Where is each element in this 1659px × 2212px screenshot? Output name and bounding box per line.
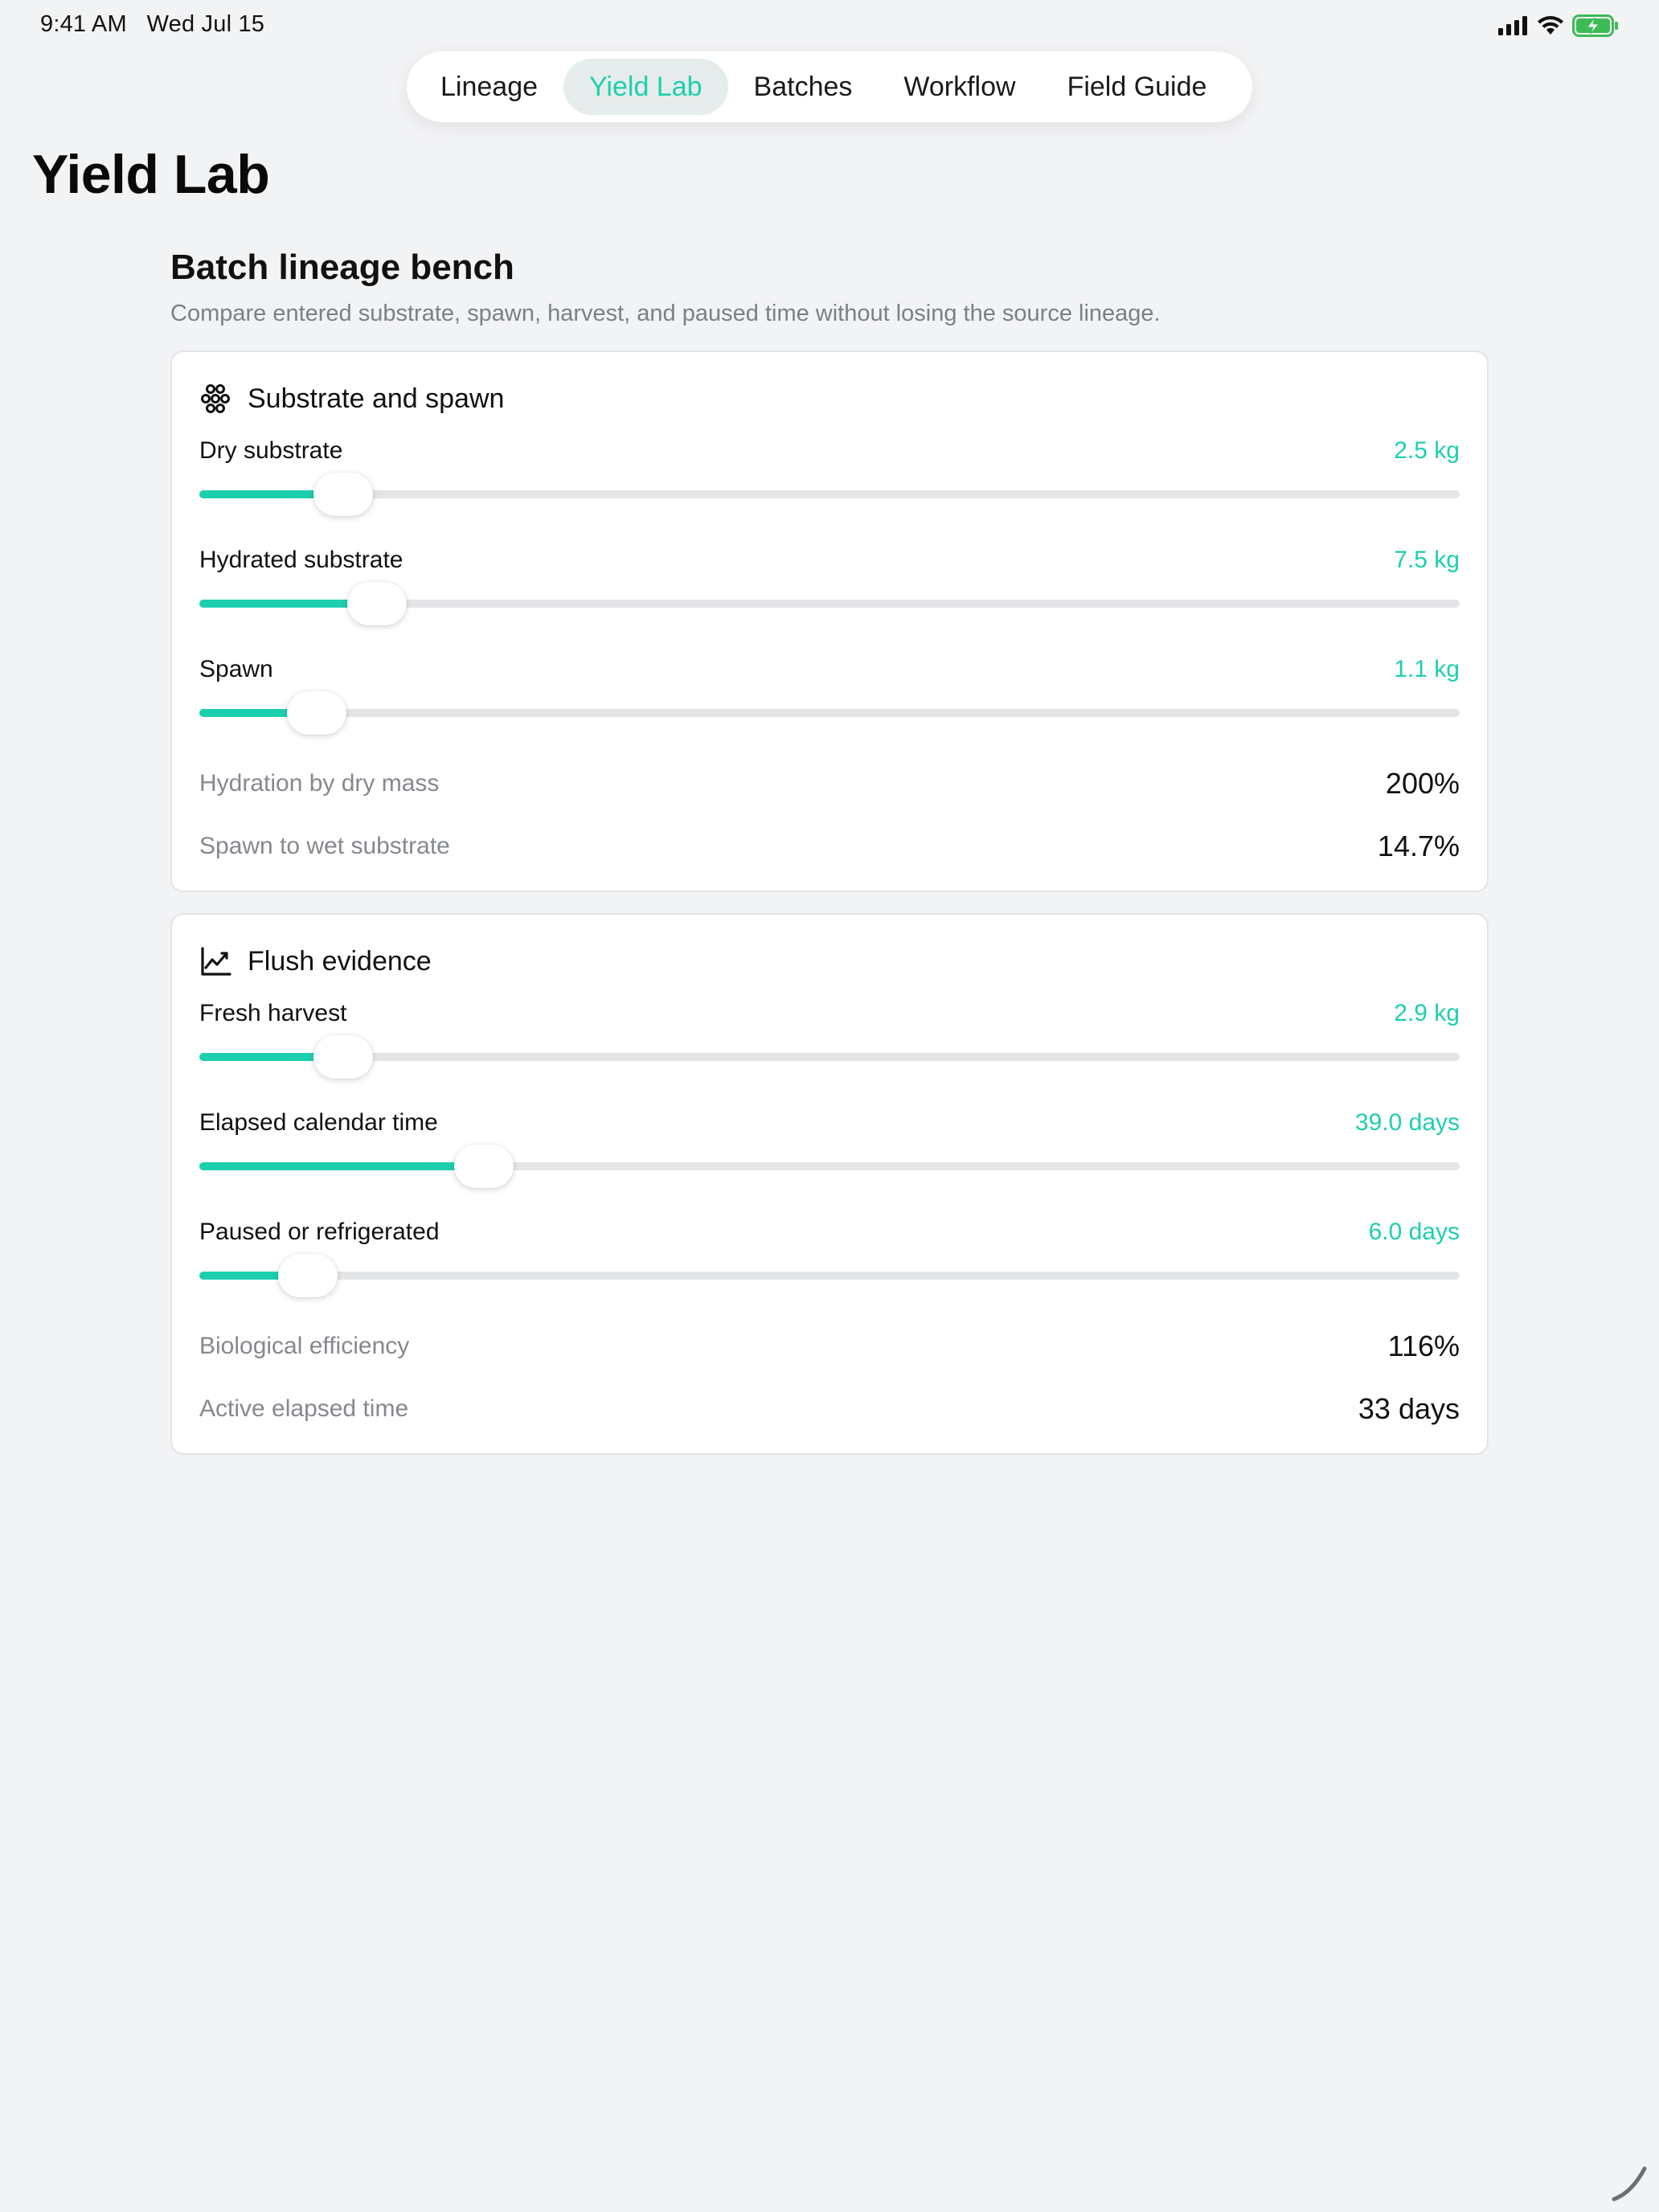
tab-batches[interactable]: Batches bbox=[728, 59, 879, 115]
flush-card-title: Flush evidence bbox=[248, 945, 432, 977]
tab-workflow[interactable]: Workflow bbox=[878, 59, 1041, 115]
slider-thumb[interactable] bbox=[454, 1145, 514, 1188]
section-subtitle: Compare entered substrate, spawn, harves… bbox=[170, 301, 1161, 326]
dry-substrate-slider[interactable] bbox=[199, 473, 1460, 516]
paused-time-slider[interactable] bbox=[199, 1254, 1460, 1297]
slider-fill bbox=[199, 1162, 485, 1170]
top-tab-bar: Lineage Yield Lab Batches Workflow Field… bbox=[407, 51, 1252, 122]
paused-time-slider-row: Paused or refrigerated 6.0 days bbox=[199, 1219, 1460, 1307]
slider-thumb[interactable] bbox=[347, 582, 408, 625]
tab-field-guide[interactable]: Field Guide bbox=[1042, 59, 1233, 115]
active-elapsed-metric-row: Active elapsed time 33 days bbox=[199, 1392, 1460, 1428]
metric-label: Spawn to wet substrate bbox=[199, 833, 450, 859]
spawn-slider-row: Spawn 1.1 kg bbox=[199, 656, 1460, 744]
elapsed-time-slider[interactable] bbox=[199, 1145, 1460, 1188]
substrate-card: Substrate and spawn Dry substrate 2.5 kg… bbox=[170, 350, 1489, 892]
slider-label: Elapsed calendar time bbox=[199, 1109, 438, 1136]
substrate-card-title: Substrate and spawn bbox=[248, 383, 505, 414]
status-icons bbox=[1498, 13, 1619, 39]
slider-value: 7.5 kg bbox=[1394, 547, 1460, 573]
spawn-slider[interactable] bbox=[199, 691, 1460, 735]
tab-yield-lab[interactable]: Yield Lab bbox=[563, 59, 728, 115]
slider-label: Dry substrate bbox=[199, 437, 343, 464]
section-title: Batch lineage bench bbox=[170, 248, 514, 287]
metric-value: 33 days bbox=[1358, 1392, 1460, 1425]
metric-value: 14.7% bbox=[1377, 830, 1460, 862]
flush-card: Flush evidence Fresh harvest 2.9 kg Elap… bbox=[170, 913, 1489, 1455]
page-title: Yield Lab bbox=[32, 144, 270, 205]
spore-cluster-icon bbox=[201, 384, 230, 413]
metric-label: Biological efficiency bbox=[199, 1333, 410, 1359]
signal-icon bbox=[1498, 16, 1527, 35]
slider-thumb[interactable] bbox=[277, 1254, 338, 1297]
chart-line-icon bbox=[201, 947, 231, 976]
tab-lineage[interactable]: Lineage bbox=[415, 59, 563, 115]
slider-thumb[interactable] bbox=[313, 473, 373, 516]
elapsed-time-slider-row: Elapsed calendar time 39.0 days bbox=[199, 1109, 1460, 1198]
hydrated-substrate-slider[interactable] bbox=[199, 582, 1460, 625]
slider-label: Paused or refrigerated bbox=[199, 1219, 440, 1245]
battery-charging-icon bbox=[1572, 14, 1618, 37]
status-bar: 9:41 AM Wed Jul 15 bbox=[0, 0, 1659, 51]
pencil-hover-indicator bbox=[1612, 2166, 1647, 2202]
spawn-ratio-metric-row: Spawn to wet substrate 14.7% bbox=[199, 830, 1460, 865]
slider-label: Spawn bbox=[199, 656, 273, 682]
flush-card-header: Flush evidence bbox=[199, 942, 432, 981]
slider-value: 6.0 days bbox=[1368, 1219, 1460, 1245]
fresh-harvest-slider-row: Fresh harvest 2.9 kg bbox=[199, 1000, 1460, 1088]
biological-efficiency-metric-row: Biological efficiency 116% bbox=[199, 1329, 1460, 1365]
status-date: Wed Jul 15 bbox=[146, 11, 265, 37]
metric-label: Hydration by dry mass bbox=[199, 770, 440, 797]
slider-value: 1.1 kg bbox=[1394, 656, 1460, 682]
wifi-icon bbox=[1538, 16, 1563, 35]
status-time: 9:41 AM Wed Jul 15 bbox=[40, 11, 264, 38]
slider-thumb[interactable] bbox=[313, 1035, 373, 1079]
fresh-harvest-slider[interactable] bbox=[199, 1035, 1460, 1079]
slider-label: Fresh harvest bbox=[199, 1000, 347, 1026]
hydrated-substrate-slider-row: Hydrated substrate 7.5 kg bbox=[199, 547, 1460, 635]
metric-label: Active elapsed time bbox=[199, 1395, 409, 1422]
metric-value: 200% bbox=[1385, 767, 1460, 800]
substrate-card-header: Substrate and spawn bbox=[199, 379, 504, 418]
slider-thumb[interactable] bbox=[286, 691, 346, 735]
slider-label: Hydrated substrate bbox=[199, 547, 403, 573]
slider-value: 39.0 days bbox=[1354, 1109, 1460, 1136]
hydration-metric-row: Hydration by dry mass 200% bbox=[199, 767, 1460, 802]
slider-value: 2.5 kg bbox=[1394, 437, 1460, 464]
dry-substrate-slider-row: Dry substrate 2.5 kg bbox=[199, 437, 1460, 526]
slider-value: 2.9 kg bbox=[1394, 1000, 1460, 1026]
status-clock: 9:41 AM bbox=[40, 11, 127, 37]
metric-value: 116% bbox=[1387, 1329, 1460, 1362]
